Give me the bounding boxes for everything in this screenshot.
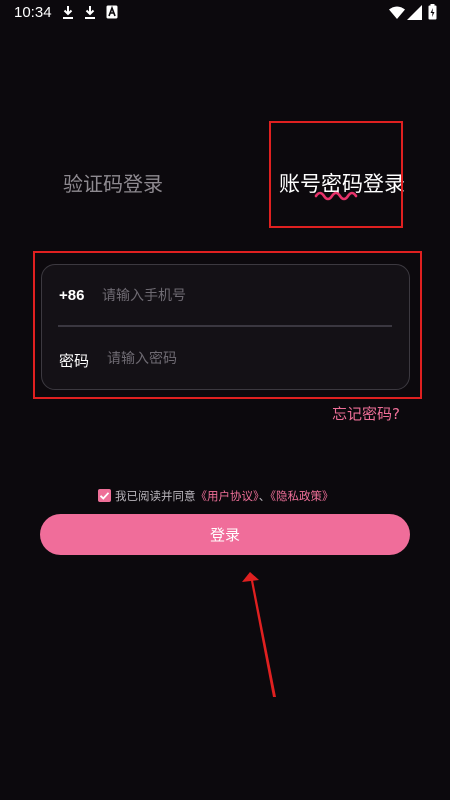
check-icon	[99, 492, 110, 500]
a-icon	[106, 5, 118, 19]
forgot-password-link[interactable]: 忘记密码?	[332, 403, 400, 424]
battery-charging-icon	[428, 4, 437, 20]
login-button[interactable]: 登录	[40, 514, 410, 555]
annotation-arrow	[242, 572, 276, 697]
user-agreement-link[interactable]: 《用户协议》	[196, 489, 259, 503]
status-bar: 10:34	[0, 0, 450, 26]
signal-icon	[407, 5, 422, 20]
tab-sms-login[interactable]: 验证码登录	[63, 168, 163, 197]
agreement-checkbox[interactable]	[98, 489, 111, 502]
agreement-text: 我已阅读并同意《用户协议》、《隐私政策》	[115, 488, 334, 504]
download-icon	[63, 6, 73, 19]
status-time: 10:34	[14, 4, 52, 21]
agreement-separator: 、	[258, 489, 271, 503]
download-icon	[85, 6, 95, 19]
annotation-highlight-box	[33, 251, 422, 399]
annotation-highlight-box	[269, 121, 403, 228]
agreement-prefix: 我已阅读并同意	[115, 489, 196, 503]
wifi-icon	[389, 6, 405, 19]
login-screen: 10:34 验证码登录 账号密码登录 +86 请输入手机号 密码 忘记密码? 我…	[0, 0, 450, 800]
privacy-policy-link[interactable]: 《隐私政策》	[270, 489, 333, 503]
